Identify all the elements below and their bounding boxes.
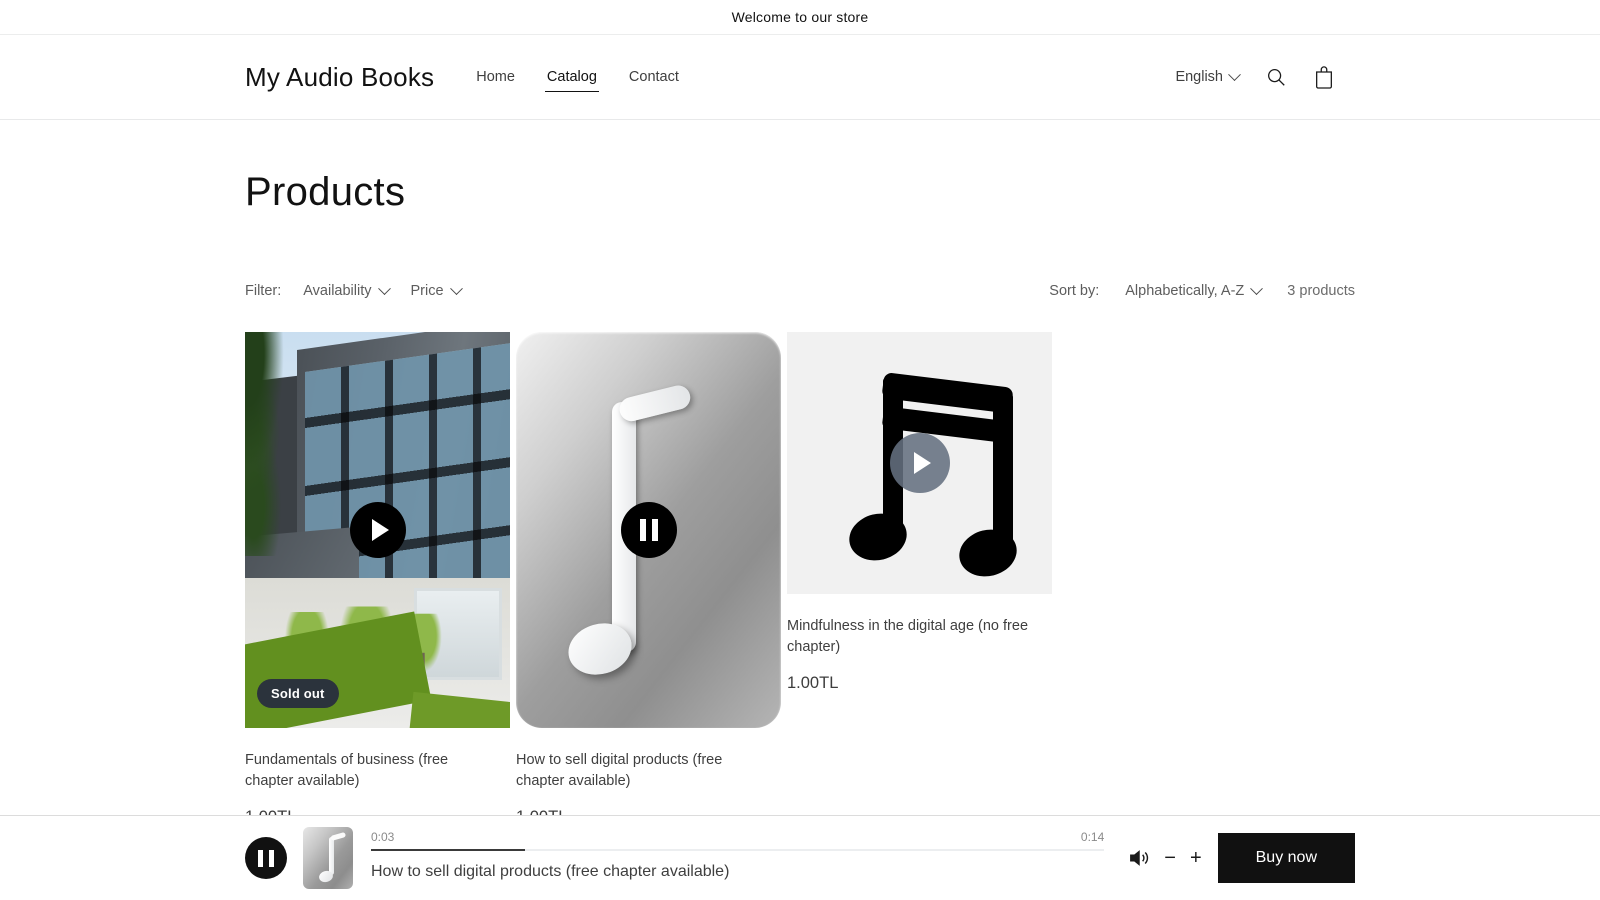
buy-now-button[interactable]: Buy now — [1217, 833, 1355, 883]
pause-button[interactable] — [620, 502, 677, 558]
product-title[interactable]: Fundamentals of business (free chapter a… — [245, 750, 497, 792]
filter-price[interactable]: Price — [410, 281, 463, 299]
announcement-bar: Welcome to our store — [0, 0, 1600, 35]
player-progress-fill — [371, 849, 525, 851]
chevron-down-icon — [449, 281, 463, 295]
filter-availability-label: Availability — [303, 283, 372, 299]
filter-availability[interactable]: Availability — [303, 281, 391, 299]
nav-item-home[interactable]: Home — [474, 63, 517, 91]
product-title[interactable]: How to sell digital products (free chapt… — [516, 750, 768, 792]
volume-down-button[interactable]: − — [1164, 848, 1176, 868]
product-title[interactable]: Mindfulness in the digital age (no free … — [787, 616, 1039, 658]
shopping-bag-icon[interactable] — [1313, 65, 1335, 89]
volume-controls: − + — [1128, 848, 1202, 868]
language-selector[interactable]: English — [1175, 67, 1241, 85]
site-header: My Audio Books Home Catalog Contact Engl… — [0, 35, 1600, 120]
product-card[interactable]: Mindfulness in the digital age (no free … — [787, 332, 1052, 827]
search-icon[interactable] — [1265, 66, 1287, 88]
product-media[interactable] — [516, 332, 781, 728]
product-count: 3 products — [1287, 283, 1355, 299]
player-total-time: 0:14 — [1080, 830, 1105, 844]
brand-logo[interactable]: My Audio Books — [245, 62, 434, 93]
sort-select[interactable]: Alphabetically, A-Z — [1125, 281, 1264, 299]
player-controls-right: − + Buy now — [1128, 833, 1355, 883]
chevron-down-icon — [1228, 67, 1241, 81]
play-icon — [371, 519, 389, 541]
player-progress-bar[interactable] — [371, 849, 1105, 851]
pause-icon — [639, 519, 658, 541]
play-icon — [913, 452, 931, 474]
filter-label: Filter: — [245, 283, 282, 299]
announcement-text: Welcome to our store — [731, 9, 869, 25]
product-grid: Sold out Fundamentals of business (free … — [245, 332, 1355, 827]
speaker-icon[interactable] — [1128, 848, 1150, 868]
player-track-thumbnail — [303, 827, 353, 889]
language-label: English — [1175, 69, 1223, 85]
player-track-area: 0:03 0:14 How to sell digital products (… — [371, 827, 1105, 889]
page-title: Products — [245, 170, 406, 214]
pause-icon — [258, 849, 274, 867]
sort-group: Sort by: Alphabetically, A-Z 3 products — [1049, 281, 1355, 299]
audio-player-bar: 0:03 0:14 How to sell digital products (… — [0, 815, 1600, 900]
product-card[interactable]: How to sell digital products (free chapt… — [516, 332, 781, 827]
product-media[interactable]: Sold out — [245, 332, 510, 728]
player-pause-button[interactable] — [245, 837, 287, 879]
status-badge: Sold out — [257, 679, 339, 708]
nav-item-catalog[interactable]: Catalog — [544, 63, 599, 92]
player-current-time: 0:03 — [371, 830, 395, 844]
header-actions: English — [1175, 65, 1540, 89]
main-content: Products Filter: Availability Price Sort… — [0, 170, 1600, 827]
play-button[interactable] — [349, 502, 406, 558]
nav-item-contact[interactable]: Contact — [627, 63, 681, 91]
sort-value: Alphabetically, A-Z — [1125, 283, 1245, 299]
product-price: 1.00TL — [787, 674, 839, 693]
chevron-down-icon — [1250, 281, 1264, 295]
facets-bar: Filter: Availability Price Sort by: Alph… — [245, 281, 1355, 299]
main-navigation: Home Catalog Contact — [474, 63, 681, 92]
product-card[interactable]: Sold out Fundamentals of business (free … — [245, 332, 510, 827]
chevron-down-icon — [377, 281, 391, 295]
filter-price-label: Price — [410, 283, 444, 299]
sort-label: Sort by: — [1049, 283, 1100, 299]
play-button[interactable] — [889, 433, 950, 493]
player-track-title: How to sell digital products (free chapt… — [371, 863, 730, 880]
filter-group: Filter: Availability Price — [245, 281, 463, 299]
volume-up-button[interactable]: + — [1190, 848, 1202, 868]
player-times: 0:03 0:14 — [371, 827, 1104, 844]
product-media[interactable] — [787, 332, 1052, 594]
